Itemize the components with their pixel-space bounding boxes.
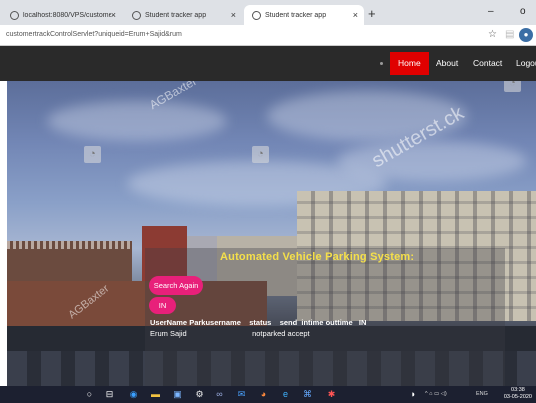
nav-logout[interactable]: Logout (508, 52, 536, 75)
address-bar[interactable]: customertrackControlServlet?uniqueid=Eru… (0, 25, 536, 46)
column-header: send (279, 318, 298, 327)
watermark-logo-icon: ◔ (252, 146, 269, 163)
watermark-logo-icon: ◔ (504, 81, 521, 92)
mail-icon[interactable]: ✉ (236, 389, 247, 400)
globe-icon (132, 10, 141, 20)
close-tab-icon[interactable]: × (111, 10, 116, 20)
chrome-icon[interactable]: ◕ (258, 389, 269, 400)
vscode-icon[interactable]: ⌘ (302, 389, 313, 400)
close-tab-icon[interactable]: × (353, 10, 358, 20)
tray-icons[interactable]: ^ ⌂ ▭ ◁) (425, 391, 447, 397)
language-indicator[interactable]: ENG (476, 391, 488, 397)
table-row: Erum Sajid notparked accept (150, 329, 310, 338)
windows-taskbar: ○ ⊟ ◉ ▬ ▣ ⚙ ∞ ✉ ◕ e ⌘ ✱ ◑ ^ ⌂ ▭ ◁) ENG 0… (0, 386, 536, 403)
column-header: status (249, 318, 272, 327)
site-navbar: Home About Contact Logout (0, 46, 536, 81)
globe-icon (252, 10, 261, 20)
column-header: UserName (150, 318, 188, 327)
file-explorer-icon[interactable]: ▬ (150, 389, 161, 400)
store-icon[interactable]: ▣ (172, 389, 183, 400)
nav-contact[interactable]: Contact (465, 52, 510, 75)
link-icon[interactable]: ∞ (214, 389, 225, 400)
clock-time: 03:38 (511, 387, 525, 393)
edge-icon[interactable]: ◉ (128, 389, 139, 400)
nav-about[interactable]: About (428, 52, 466, 75)
column-header: intime (301, 318, 324, 327)
watermark-logo-icon: ◔ (84, 146, 101, 163)
close-tab-icon[interactable]: × (231, 10, 236, 20)
browser-tab[interactable]: Student tracker app × (124, 5, 242, 25)
maximize-button[interactable]: o (520, 6, 526, 17)
tab-label: Student tracker app (145, 11, 207, 19)
clock[interactable]: 03:38 03-05-2020 (504, 387, 532, 401)
extension-icon[interactable]: ▤ (505, 29, 514, 40)
new-tab-button[interactable]: + (368, 6, 376, 21)
profile-avatar-icon[interactable]: ● (519, 28, 533, 42)
tab-label: localhost:8080/VPS/customertrac (23, 11, 111, 19)
content-panel (145, 248, 505, 386)
browser-tab-bar: localhost:8080/VPS/customertrac × Studen… (0, 0, 536, 25)
minimize-button[interactable]: – (488, 6, 494, 17)
ie-icon[interactable]: e (280, 389, 291, 400)
url-text[interactable]: customertrackControlServlet?uniqueid=Eru… (6, 31, 182, 38)
nav-dot (380, 62, 383, 65)
search-again-button[interactable]: Search Again (149, 276, 203, 295)
app-icon[interactable]: ✱ (326, 389, 337, 400)
table-cell: Erum Sajid (150, 329, 187, 338)
globe-icon (10, 10, 19, 20)
column-header: outtime (325, 318, 353, 327)
table-cell: notparked accept (252, 329, 310, 338)
in-button[interactable]: IN (149, 297, 176, 314)
browser-tab[interactable]: localhost:8080/VPS/customertrac × (2, 5, 122, 25)
search-icon[interactable]: ○ (84, 389, 95, 400)
task-view-icon[interactable]: ⊟ (104, 389, 115, 400)
column-header: Parkusername (189, 318, 241, 327)
browser-tab-active[interactable]: Student tracker app × (244, 5, 364, 25)
page-title: Automated Vehicle Parking System: (220, 251, 415, 263)
app-icon[interactable]: ⚙ (194, 389, 205, 400)
star-icon[interactable]: ☆ (488, 29, 497, 40)
tray-icon[interactable]: ◑ (407, 389, 418, 400)
column-header: IN (358, 318, 367, 327)
tab-label: Student tracker app (265, 11, 327, 19)
nav-home[interactable]: Home (390, 52, 429, 75)
clock-date: 03-05-2020 (503, 394, 532, 400)
table-header-row: UserName Parkusername status send intime… (150, 318, 366, 327)
